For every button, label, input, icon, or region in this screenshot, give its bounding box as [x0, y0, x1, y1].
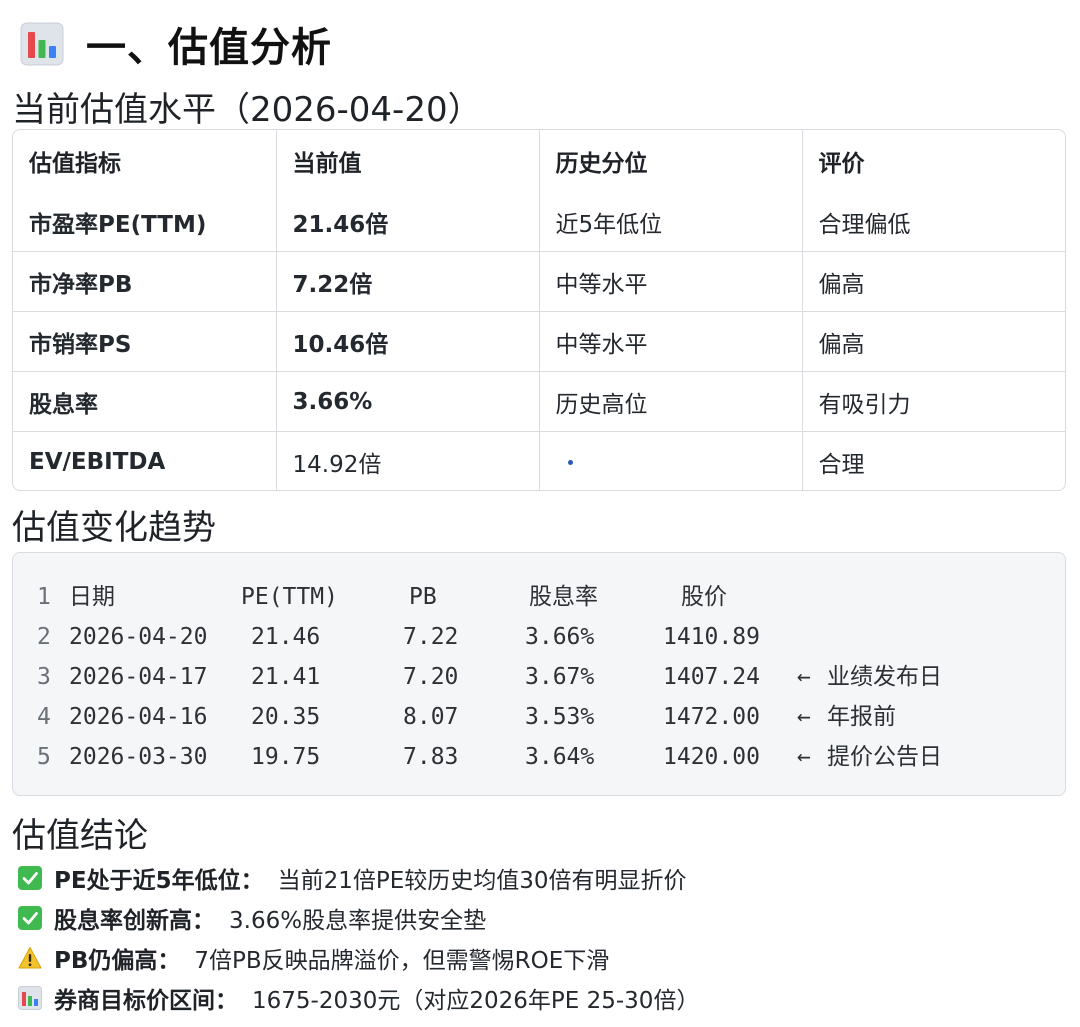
conclusion-title: 股息率创新高：: [54, 908, 215, 934]
pe-value: 21.41: [251, 664, 321, 690]
date-value: 2026-03-30: [69, 744, 208, 770]
conclusion-text: 当前21倍PE较历史均值30倍有明显折价: [277, 868, 687, 894]
value-cell: 14.92倍: [276, 431, 540, 490]
line-number: 3: [37, 664, 51, 690]
percentile-cell: 近5年低位: [539, 192, 803, 252]
pe-value: 20.35: [251, 704, 321, 730]
check-box-icon: [18, 906, 42, 930]
bar-chart-icon: [20, 22, 64, 66]
conclusion-item: 券商目标价区间： 1675-2030元（对应2026年PE 25-30倍）: [18, 981, 699, 1015]
value-cell: 3.66%: [276, 371, 540, 432]
conclusion-text: 3.66%股息率提供安全垫: [229, 908, 487, 934]
conclusion-item: 股息率创新高： 3.66%股息率提供安全垫: [18, 901, 486, 935]
line-number: 5: [37, 744, 51, 770]
price-value: 1407.24: [663, 664, 760, 690]
conclusion-title: 券商目标价区间：: [54, 988, 238, 1014]
date-value: 2026-04-17: [69, 664, 208, 690]
pb-value: 8.07: [403, 704, 459, 730]
section-heading-conclusion: 估值结论: [12, 816, 148, 856]
line-number: 2: [37, 624, 51, 650]
page: 一、估值分析 当前估值水平（2026-04-20） 估值指标 当前值 历史分位 …: [0, 0, 1080, 1027]
col-price-header: 股价: [681, 584, 727, 610]
trend-code-block: 1 日期 PE(TTM) PB 股息率 股价 2 2026-04-20 21.4…: [12, 552, 1066, 796]
value-cell: 7.22倍: [276, 251, 540, 312]
conclusion-item: PE处于近5年低位： 当前21倍PE较历史均值30倍有明显折价: [18, 861, 687, 895]
pb-value: 7.22: [403, 624, 459, 650]
line-number: 1: [37, 584, 51, 610]
line-number: 4: [37, 704, 51, 730]
bullet-dot-icon: [567, 459, 573, 465]
column-header: 当前值: [276, 130, 540, 192]
dy-value: 3.66%: [525, 624, 595, 650]
note-text: 提价公告日: [827, 744, 942, 770]
table-row: 市净率PB 7.22倍 中等水平 偏高: [13, 251, 1065, 312]
left-arrow-icon: ←: [797, 704, 811, 730]
col-dy-header: 股息率: [529, 584, 598, 610]
date-value: 2026-04-20: [69, 624, 208, 650]
metric-cell: 市销率PS: [13, 311, 277, 372]
conclusion-text: 7倍PB反映品牌溢价，但需警惕ROE下滑: [194, 948, 610, 974]
col-date-header: 日期: [69, 584, 115, 610]
table-row: EV/EBITDA 14.92倍 合理: [13, 431, 1065, 490]
table-row: 股息率 3.66% 历史高位 有吸引力: [13, 371, 1065, 432]
col-pb-header: PB: [409, 584, 437, 610]
note-text: 业绩发布日: [827, 664, 942, 690]
pb-value: 7.83: [403, 744, 459, 770]
percentile-cell: 历史高位: [539, 371, 803, 432]
bar-chart-icon: [18, 986, 42, 1010]
left-arrow-icon: ←: [797, 664, 811, 690]
section-heading-trend: 估值变化趋势: [12, 508, 216, 548]
date-value: 2026-04-16: [69, 704, 208, 730]
rating-cell: 偏高: [802, 251, 1065, 312]
valuation-table: 估值指标 当前值 历史分位 评价 市盈率PE(TTM) 21.46倍 近5年低位…: [12, 129, 1066, 491]
metric-cell: 股息率: [13, 371, 277, 432]
percentile-cell: 中等水平: [539, 311, 803, 372]
dy-value: 3.64%: [525, 744, 595, 770]
section-heading-current: 当前估值水平（2026-04-20）: [12, 90, 482, 130]
value-cell: 21.46倍: [276, 192, 540, 252]
pb-value: 7.20: [403, 664, 459, 690]
col-pe-header: PE(TTM): [241, 584, 338, 610]
percentile-cell: 中等水平: [539, 251, 803, 312]
conclusion-title: PB仍偏高：: [54, 948, 181, 974]
table-header-row: 估值指标 当前值 历史分位 评价: [13, 130, 1065, 192]
column-header: 历史分位: [539, 130, 803, 192]
price-value: 1410.89: [663, 624, 760, 650]
price-value: 1472.00: [663, 704, 760, 730]
dy-value: 3.67%: [525, 664, 595, 690]
pe-value: 21.46: [251, 624, 321, 650]
rating-cell: 偏高: [802, 311, 1065, 372]
rating-cell: 有吸引力: [802, 371, 1065, 432]
check-box-icon: [18, 866, 42, 890]
conclusion-item: PB仍偏高： 7倍PB反映品牌溢价，但需警惕ROE下滑: [18, 941, 609, 975]
percentile-cell: [539, 431, 803, 490]
price-value: 1420.00: [663, 744, 760, 770]
note-text: 年报前: [827, 704, 896, 730]
conclusion-title: PE处于近5年低位：: [54, 868, 264, 894]
pe-value: 19.75: [251, 744, 321, 770]
conclusion-text: 1675-2030元（对应2026年PE 25-30倍）: [252, 988, 700, 1014]
dy-value: 3.53%: [525, 704, 595, 730]
left-arrow-icon: ←: [797, 744, 811, 770]
table-row: 市盈率PE(TTM) 21.46倍 近5年低位 合理偏低: [13, 192, 1065, 252]
metric-cell: 市净率PB: [13, 251, 277, 312]
value-cell: 10.46倍: [276, 311, 540, 372]
rating-cell: 合理偏低: [802, 192, 1065, 252]
column-header: 估值指标: [13, 130, 277, 192]
rating-cell: 合理: [818, 451, 865, 478]
table-row: 市销率PS 10.46倍 中等水平 偏高: [13, 311, 1065, 372]
page-title: 一、估值分析: [20, 14, 332, 74]
page-title-text: 一、估值分析: [86, 25, 332, 71]
metric-cell: 市盈率PE(TTM): [13, 192, 277, 252]
metric-cell: EV/EBITDA: [13, 431, 277, 490]
column-header: 评价: [818, 151, 865, 177]
warning-icon: [18, 947, 42, 969]
